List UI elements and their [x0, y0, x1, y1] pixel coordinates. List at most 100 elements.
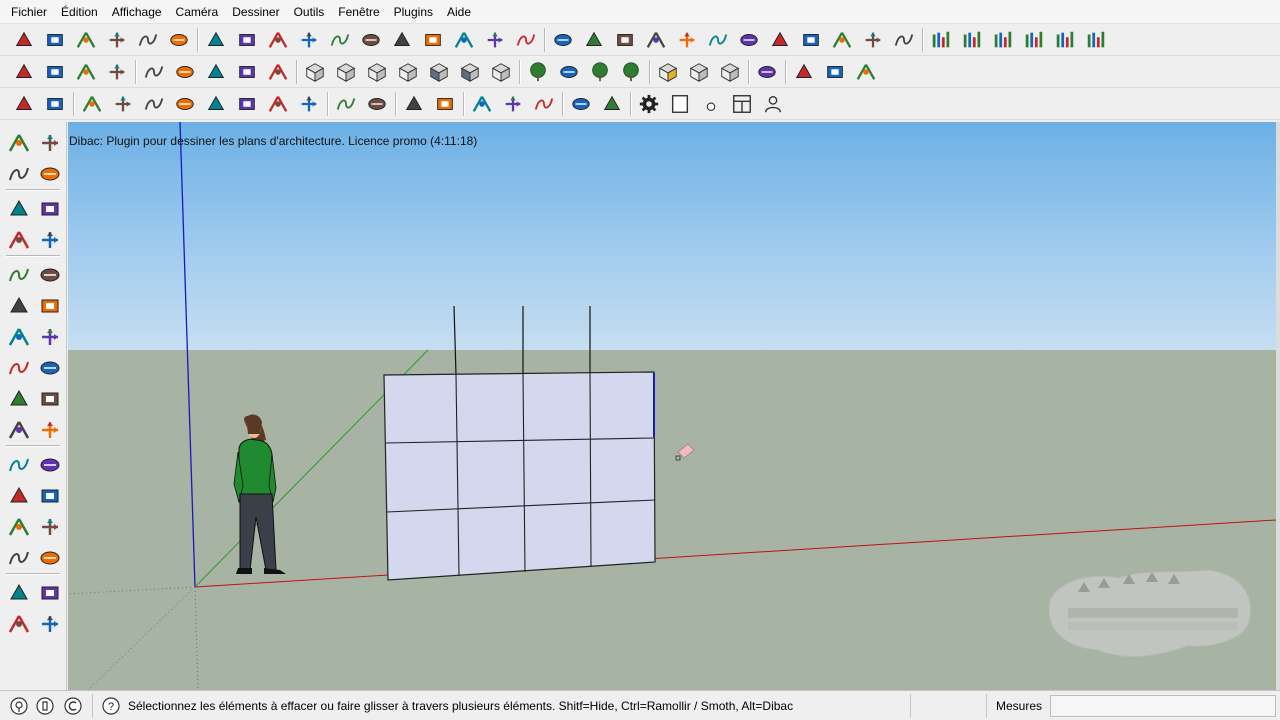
spring-icon[interactable] — [580, 26, 608, 54]
home-icon[interactable] — [72, 26, 100, 54]
hourglass-icon[interactable] — [171, 58, 199, 86]
wall-face[interactable] — [383, 371, 656, 581]
bars-chart-1-icon[interactable] — [927, 26, 955, 54]
next-view-icon[interactable] — [35, 543, 65, 573]
angle-icon[interactable] — [357, 26, 385, 54]
polyhedron-icon[interactable] — [852, 58, 880, 86]
roof-shape-icon[interactable] — [890, 26, 918, 54]
menu-fenetre[interactable]: Fenêtre — [331, 0, 386, 24]
3d-text-icon[interactable] — [35, 450, 65, 480]
pencil-red-icon[interactable] — [41, 90, 69, 118]
previous-view-icon[interactable] — [4, 543, 34, 573]
follow-me-icon[interactable] — [35, 322, 65, 352]
cube-section-icon[interactable] — [716, 58, 744, 86]
box-textured-icon[interactable] — [456, 58, 484, 86]
walk-icon[interactable] — [4, 609, 34, 639]
arc-door-icon[interactable] — [295, 26, 323, 54]
cube-yellow-icon[interactable] — [654, 58, 682, 86]
roof-tile-icon[interactable] — [859, 26, 887, 54]
box-front-icon[interactable] — [363, 58, 391, 86]
column-icon[interactable] — [481, 26, 509, 54]
angle-85-icon[interactable] — [642, 26, 670, 54]
menu-affichage[interactable]: Affichage — [105, 0, 169, 24]
menu-aide[interactable]: Aide — [440, 0, 478, 24]
ruler-red-icon[interactable] — [400, 90, 428, 118]
help-icon[interactable]: ? — [100, 695, 122, 717]
axis-1-icon[interactable] — [468, 90, 496, 118]
menu-fichier[interactable]: Fichier — [4, 0, 54, 24]
scrollbar[interactable] — [1276, 122, 1280, 690]
zoom-extents-icon[interactable] — [35, 512, 65, 542]
menu-edition[interactable]: Édition — [54, 0, 105, 24]
user-icon[interactable] — [759, 90, 787, 118]
grid-fence-icon[interactable] — [735, 26, 763, 54]
offset-6-icon[interactable] — [233, 90, 261, 118]
sphere-wire-icon[interactable] — [790, 58, 818, 86]
color-select-icon[interactable] — [10, 58, 38, 86]
dome-icon[interactable] — [611, 26, 639, 54]
menu-outils[interactable]: Outils — [287, 0, 332, 24]
push-pull-icon[interactable] — [35, 291, 65, 321]
bush-icon[interactable] — [617, 58, 645, 86]
redo-light-icon[interactable] — [264, 58, 292, 86]
door-icon[interactable] — [202, 26, 230, 54]
paint-bucket-icon[interactable] — [4, 159, 34, 189]
rotate-icon[interactable] — [4, 322, 34, 352]
house-icon[interactable] — [10, 26, 38, 54]
beam-icon[interactable] — [450, 26, 478, 54]
pencil-icon[interactable] — [35, 194, 65, 224]
rectangle-icon[interactable] — [4, 194, 34, 224]
diagonal-icon[interactable] — [140, 58, 168, 86]
axis-3-icon[interactable] — [530, 90, 558, 118]
bend-icon[interactable] — [673, 26, 701, 54]
shrub-icon[interactable] — [586, 58, 614, 86]
panels-icon[interactable] — [728, 90, 756, 118]
arrows-horizontal-icon[interactable] — [264, 26, 292, 54]
undo-icon[interactable] — [202, 58, 230, 86]
freehand-icon[interactable] — [35, 260, 65, 290]
bars-chart-5-icon[interactable] — [1051, 26, 1079, 54]
axis-2-icon[interactable] — [499, 90, 527, 118]
window-frame-icon[interactable] — [165, 26, 193, 54]
roof-icon[interactable] — [134, 26, 162, 54]
select-arrow-icon[interactable] — [4, 128, 34, 158]
bulb-icon[interactable] — [821, 58, 849, 86]
path-arc-icon[interactable] — [363, 90, 391, 118]
offset-5-icon[interactable] — [202, 90, 230, 118]
curve-icon[interactable] — [549, 26, 577, 54]
bars-chart-2-icon[interactable] — [958, 26, 986, 54]
section-icon[interactable] — [35, 609, 65, 639]
offset-2-icon[interactable] — [109, 90, 137, 118]
menu-plugins[interactable]: Plugins — [387, 0, 440, 24]
dimension-icon[interactable] — [35, 384, 65, 414]
bar-select-icon[interactable] — [41, 58, 69, 86]
menu-dessiner[interactable]: Dessiner — [225, 0, 286, 24]
measure-icon[interactable] — [388, 26, 416, 54]
offset-8-icon[interactable] — [295, 90, 323, 118]
offset-icon[interactable] — [35, 353, 65, 383]
eraser-pink-icon[interactable] — [431, 90, 459, 118]
protractor-icon[interactable] — [4, 415, 34, 445]
polygon-icon[interactable] — [4, 260, 34, 290]
drawing-viewport[interactable]: Dibac: Plugin pour dessiner les plans d'… — [68, 122, 1276, 690]
offset-4-icon[interactable] — [171, 90, 199, 118]
gear-icon[interactable] — [635, 90, 663, 118]
points-icon[interactable] — [828, 26, 856, 54]
circle-icon[interactable] — [4, 225, 34, 255]
grass-icon[interactable] — [555, 58, 583, 86]
push-pull-icon[interactable] — [766, 26, 794, 54]
signin-icon[interactable] — [62, 695, 84, 717]
offset-7-icon[interactable] — [264, 90, 292, 118]
offset-1-icon[interactable] — [78, 90, 106, 118]
offset-3-icon[interactable] — [140, 90, 168, 118]
box-top-icon[interactable] — [394, 58, 422, 86]
orbit-icon[interactable] — [4, 481, 34, 511]
tree-icon[interactable] — [524, 58, 552, 86]
bars-chart-6-icon[interactable] — [1082, 26, 1110, 54]
truck-icon[interactable] — [512, 26, 540, 54]
box-shaded-icon[interactable] — [425, 58, 453, 86]
box-iso-icon[interactable] — [332, 58, 360, 86]
bars-chart-3-icon[interactable] — [989, 26, 1017, 54]
chair-icon[interactable] — [419, 26, 447, 54]
zoom-icon[interactable] — [4, 512, 34, 542]
